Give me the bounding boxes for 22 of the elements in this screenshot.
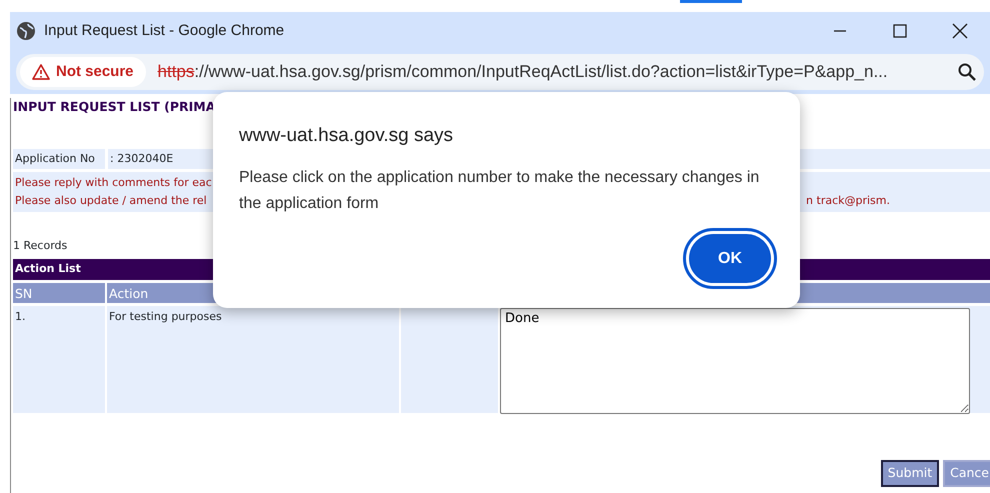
note-text: Please reply with comments for eac <box>15 175 212 192</box>
field-label: Application No <box>13 148 105 170</box>
table-cell: For testing purposes <box>107 306 399 413</box>
note-text: Please also update / amend the rel <box>15 193 207 210</box>
url-text[interactable]: https://www-uat.hsa.gov.sg/prism/common/InputReqActList/list.do?action=list&irType=P&app_n... <box>158 59 888 85</box>
table-cell: 1. <box>13 306 105 413</box>
close-icon <box>952 23 968 39</box>
record-count: 1 Records <box>13 238 68 254</box>
window-title: Input Request List - Google Chrome <box>44 20 284 41</box>
zoom-icon[interactable] <box>958 63 976 81</box>
note-text: n track@prism. <box>806 193 890 210</box>
ok-button[interactable]: OK <box>686 231 774 286</box>
page-heading: INPUT REQUEST LIST (PRIMA <box>13 98 216 116</box>
maximize-icon <box>893 24 907 38</box>
tab-indicator <box>680 0 742 3</box>
globe-icon <box>16 21 36 41</box>
reply-field[interactable]: Done <box>500 308 970 414</box>
dialog-message: Please click on the application number to make the necessary changes in the application form <box>239 168 760 214</box>
warning-icon <box>32 64 50 80</box>
column-header: SN <box>13 282 105 303</box>
dialog-title: www-uat.hsa.gov.sg says <box>239 124 454 148</box>
not-secure-button[interactable]: Not secure <box>20 57 146 87</box>
